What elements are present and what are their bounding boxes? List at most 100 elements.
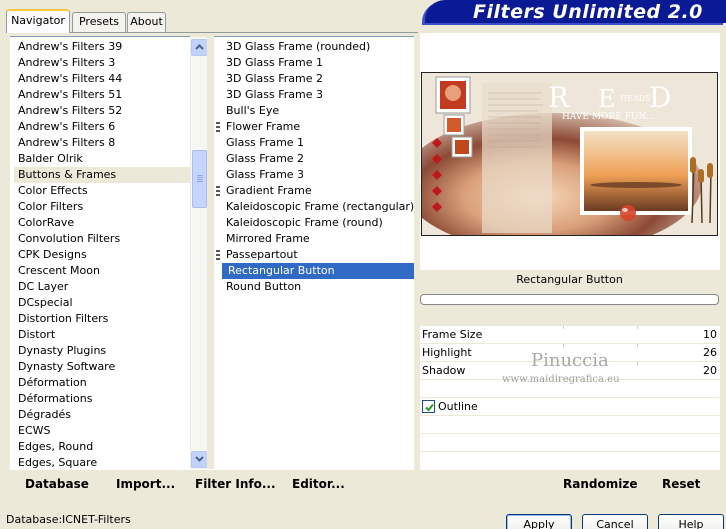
param-empty-row [420, 452, 720, 470]
filter-item[interactable]: Rectangular Button [222, 263, 414, 279]
filter-item-label: Round Button [226, 280, 302, 293]
outline-checkbox[interactable] [422, 400, 435, 413]
filter-item[interactable]: 3D Glass Frame 2 [222, 71, 414, 87]
watermark-name: Pinuccia [531, 350, 609, 371]
filter-item-label: Bull's Eye [226, 104, 280, 117]
chevron-down-icon [195, 456, 204, 462]
category-item[interactable]: DC Layer [14, 279, 190, 295]
watermark-url: www.maidiregrafica.eu [502, 374, 620, 385]
filter-item[interactable]: 3D Glass Frame (rounded) [222, 39, 414, 55]
filter-item-label: Passepartout [226, 248, 298, 261]
category-item[interactable]: Distortion Filters [14, 311, 190, 327]
category-item[interactable]: Edges, Round [14, 439, 190, 455]
category-list[interactable]: Andrew's Filters 39 Andrew's Filters 3 And… [10, 36, 190, 470]
category-item[interactable]: ColorRave [14, 215, 190, 231]
category-item[interactable]: Balder Olrik [14, 151, 190, 167]
scroll-down-button[interactable] [191, 451, 208, 468]
preview-tagline: HAVE MORE FUN... [562, 112, 654, 122]
category-item[interactable]: Andrew's Filters 6 [14, 119, 190, 135]
filter-item[interactable]: Flower Frame [216, 119, 414, 135]
filter-item-label: Glass Frame 3 [226, 168, 305, 181]
cancel-button[interactable]: Cancel [582, 514, 648, 529]
param-frame-size[interactable]: Frame Size 10 [420, 326, 720, 344]
category-item[interactable]: Dégradés [14, 407, 190, 423]
category-item[interactable]: Andrew's Filters 3 [14, 55, 190, 71]
filter-item[interactable]: Passepartout [216, 247, 414, 263]
filter-item[interactable]: Bull's Eye [222, 103, 414, 119]
database-button[interactable]: Database [25, 477, 89, 491]
filter-item-label: Mirrored Frame [226, 232, 310, 245]
category-item[interactable]: Déformations [14, 391, 190, 407]
apply-button[interactable]: Apply [506, 514, 572, 529]
filter-item[interactable]: Kaleidoscopic Frame (rectangular) [222, 199, 414, 215]
param-label: Frame Size [422, 328, 483, 341]
tab-presets[interactable]: Presets [72, 12, 126, 32]
filter-item-label: Flower Frame [226, 120, 301, 133]
slider-ticks [490, 344, 680, 347]
category-item[interactable]: Andrew's Filters 44 [14, 71, 190, 87]
category-item[interactable]: Andrew's Filters 51 [14, 87, 190, 103]
filter-item[interactable]: Gradient Frame [216, 183, 414, 199]
filter-item[interactable]: Glass Frame 3 [222, 167, 414, 183]
grip-icon [197, 175, 203, 183]
category-item[interactable]: DCspecial [14, 295, 190, 311]
filter-item-label: Rectangular Button [228, 264, 335, 277]
preview-artwork: R E D HEADS HAVE MORE FUN... [422, 73, 717, 235]
filter-item-label: Gradient Frame [226, 184, 312, 197]
filter-list[interactable]: 3D Glass Frame (rounded) 3D Glass Frame 1… [214, 36, 414, 470]
filter-item-label: 3D Glass Frame (rounded) [226, 40, 371, 53]
filter-item[interactable]: Mirrored Frame [222, 231, 414, 247]
filter-item-label: Glass Frame 2 [226, 152, 305, 165]
category-item[interactable]: Color Effects [14, 183, 190, 199]
app-title: Filters Unlimited 2.0 [473, 1, 703, 23]
category-item[interactable]: Distort [14, 327, 190, 343]
filter-info-button[interactable]: Filter Info... [195, 477, 276, 491]
import-button[interactable]: Import... [116, 477, 175, 491]
preview-letter-d: D [649, 81, 671, 114]
category-item[interactable]: Buttons & Frames [14, 167, 190, 183]
category-item[interactable]: Andrew's Filters 39 [14, 39, 190, 55]
status-database-value: ICNET-Filters [62, 513, 131, 526]
filter-item[interactable]: Kaleidoscopic Frame (round) [222, 215, 414, 231]
toolbar-divider [420, 469, 720, 470]
category-item[interactable]: Dynasty Software [14, 359, 190, 375]
tab-about[interactable]: About [127, 12, 166, 32]
toolbar-divider [10, 469, 414, 470]
editor-button[interactable]: Editor... [292, 477, 345, 491]
category-item[interactable]: Crescent Moon [14, 263, 190, 279]
preview-heads-text: HEADS [620, 94, 651, 103]
scroll-up-button[interactable] [191, 39, 208, 56]
filter-item[interactable]: 3D Glass Frame 3 [222, 87, 414, 103]
category-item[interactable]: Color Filters [14, 199, 190, 215]
tab-navigator[interactable]: Navigator [6, 9, 70, 33]
filter-item[interactable]: 3D Glass Frame 1 [222, 55, 414, 71]
category-scrollbar[interactable] [190, 37, 208, 469]
category-item[interactable]: ECWS [14, 423, 190, 439]
help-button[interactable]: Help [658, 514, 724, 529]
param-value: 26 [703, 346, 717, 359]
filter-item[interactable]: Glass Frame 2 [222, 151, 414, 167]
category-item[interactable]: Convolution Filters [14, 231, 190, 247]
filter-item[interactable]: Glass Frame 1 [222, 135, 414, 151]
category-item[interactable]: Andrew's Filters 52 [14, 103, 190, 119]
outline-option[interactable]: Outline [420, 398, 720, 416]
filter-item-label: 3D Glass Frame 3 [226, 88, 324, 101]
checkmark-icon [425, 403, 434, 412]
status-database-label: Database: [6, 513, 63, 526]
reset-button[interactable]: Reset [662, 477, 700, 491]
preview-image: R E D HEADS HAVE MORE FUN... [421, 72, 718, 236]
category-item[interactable]: Dynasty Plugins [14, 343, 190, 359]
filter-item-label: Glass Frame 1 [226, 136, 305, 149]
filter-marker-icon [216, 250, 220, 260]
filter-item[interactable]: Round Button [222, 279, 414, 295]
slider-ticks [490, 326, 680, 329]
filter-item-label: Kaleidoscopic Frame (rectangular) [226, 200, 415, 213]
filter-item-label: Kaleidoscopic Frame (round) [226, 216, 383, 229]
param-value: 20 [703, 364, 717, 377]
category-item[interactable]: Andrew's Filters 8 [14, 135, 190, 151]
scroll-thumb[interactable] [192, 150, 207, 208]
panel-divider [207, 33, 214, 473]
category-item[interactable]: Déformation [14, 375, 190, 391]
randomize-button[interactable]: Randomize [563, 477, 637, 491]
category-item[interactable]: CPK Designs [14, 247, 190, 263]
